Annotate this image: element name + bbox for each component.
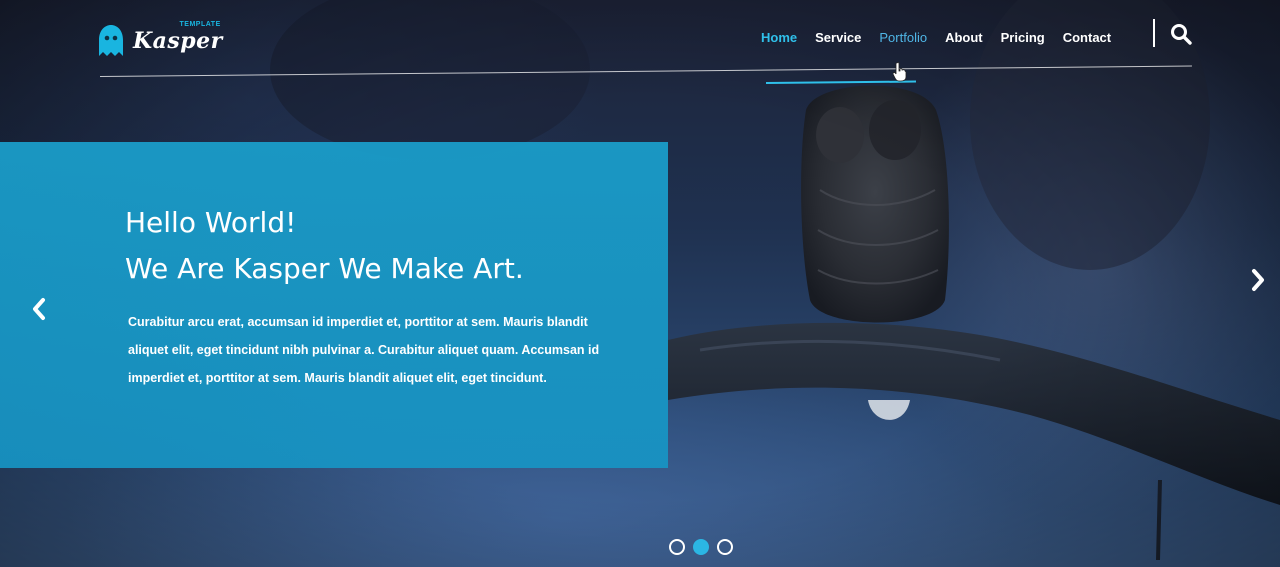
hero-section: TEMPLATE Kasper Home Service Portfolio A… xyxy=(0,0,1280,567)
main-nav: Home Service Portfolio About Pricing Con… xyxy=(752,26,1120,50)
chevron-left-icon[interactable] xyxy=(28,296,50,322)
ghost-icon xyxy=(99,25,123,56)
hero-headline: Hello World! We Are Kasper We Make Art. xyxy=(125,200,524,292)
logo-name: Kasper xyxy=(133,28,223,54)
chevron-right-icon[interactable] xyxy=(1247,267,1269,293)
hand-cursor-icon xyxy=(893,62,907,82)
nav-link-about[interactable]: About xyxy=(936,26,992,50)
slider-dot-1[interactable] xyxy=(669,539,685,555)
logo[interactable]: TEMPLATE Kasper xyxy=(97,21,223,58)
nav-link-home[interactable]: Home xyxy=(752,26,806,50)
nav-link-contact[interactable]: Contact xyxy=(1054,26,1120,50)
hero-headline-line2: We Are Kasper We Make Art. xyxy=(125,252,524,285)
logo-wordmark: TEMPLATE Kasper xyxy=(133,21,223,54)
nav-divider xyxy=(1153,19,1155,47)
nav-link-pricing[interactable]: Pricing xyxy=(992,26,1054,50)
search-icon[interactable] xyxy=(1170,23,1192,45)
hero-headline-line1: Hello World! xyxy=(125,206,297,239)
slider-dot-2[interactable] xyxy=(693,539,709,555)
logo-tagline: TEMPLATE xyxy=(179,21,221,28)
nav-link-portfolio[interactable]: Portfolio xyxy=(870,26,936,50)
hero-text-panel xyxy=(0,142,668,468)
hero-paragraph: Curabitur arcu erat, accumsan id imperdi… xyxy=(128,315,600,385)
slider-dots xyxy=(669,539,733,555)
nav-link-service[interactable]: Service xyxy=(806,26,870,50)
slider-dot-3[interactable] xyxy=(717,539,733,555)
